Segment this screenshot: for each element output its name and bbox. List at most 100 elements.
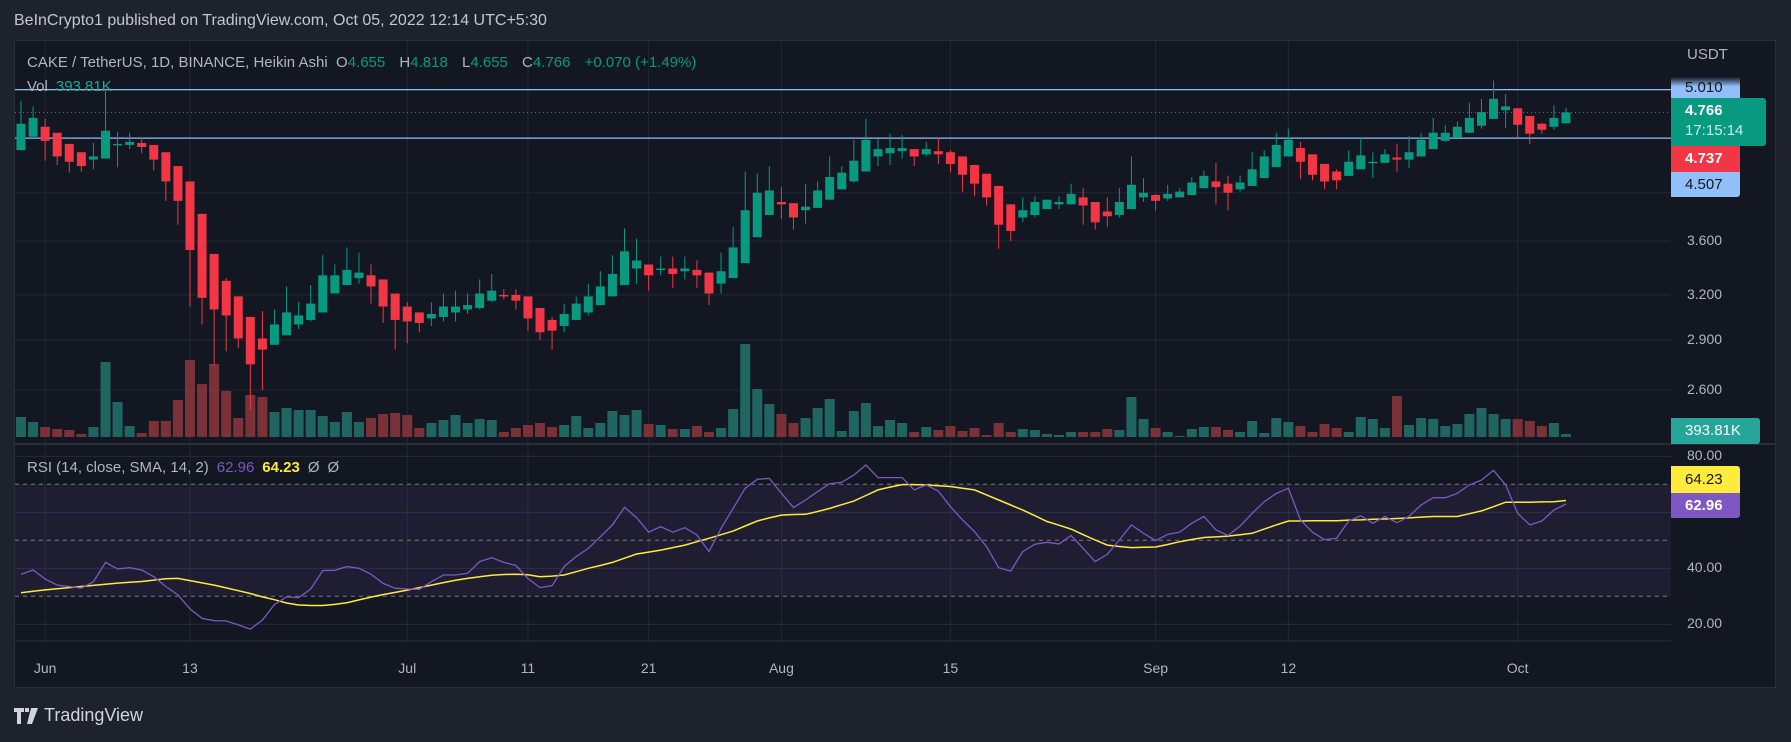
rsi-title[interactable]: RSI (14, close, SMA, 14, 2) [27, 459, 209, 476]
volume-bar [136, 433, 147, 437]
volume-bar [740, 344, 751, 437]
candle-body [716, 271, 726, 284]
volume-bar [1428, 419, 1439, 437]
price-tick-label: 2.600 [1687, 381, 1723, 398]
volume-bar [269, 412, 280, 437]
volume-bar [1283, 422, 1294, 437]
candle-body [76, 152, 86, 167]
candle-body [52, 132, 62, 157]
candle-body [1090, 201, 1100, 223]
candle [571, 296, 581, 320]
candle [909, 149, 919, 167]
candle-body [776, 201, 786, 205]
chart-canvas[interactable] [0, 0, 1791, 742]
candle-body [414, 312, 424, 323]
candle [535, 308, 545, 341]
candle-body [945, 152, 955, 164]
candle-body [1018, 210, 1028, 218]
candle-body [583, 296, 593, 313]
candle-body [861, 139, 871, 172]
volume-bar [1560, 433, 1571, 437]
candle-body [1211, 181, 1221, 188]
candle-body [1392, 157, 1402, 160]
candle-body [1501, 106, 1511, 111]
candle-body [1199, 175, 1209, 189]
candle [1368, 152, 1378, 179]
candle [1428, 117, 1438, 150]
candle-body [1223, 183, 1233, 193]
candle [426, 302, 436, 327]
candle [1259, 150, 1269, 179]
candle-body [499, 294, 509, 297]
candle-body [1163, 193, 1173, 199]
candle-body [1259, 156, 1269, 179]
candle [100, 88, 110, 159]
candle-body [426, 313, 436, 319]
time-label: 21 [640, 660, 657, 676]
candle [511, 289, 521, 310]
volume-bar [1017, 429, 1028, 437]
candle-body [173, 166, 183, 201]
volume-bar [872, 426, 883, 437]
candle [644, 264, 654, 291]
candle-body [1416, 139, 1426, 157]
volume-bar [1440, 426, 1451, 437]
candle [970, 164, 980, 197]
candle-body [1271, 144, 1281, 168]
candle [764, 166, 774, 216]
candle [1187, 176, 1197, 196]
volume-bar [1090, 432, 1101, 437]
volume-bar [1319, 424, 1330, 437]
bar-countdown: 17:15:14 [1685, 122, 1744, 139]
volume-bar [124, 426, 135, 437]
candle [487, 273, 497, 303]
candle-body [1175, 191, 1185, 198]
candle [282, 286, 292, 336]
previous-close-tag: 4.737 [1671, 146, 1740, 172]
volume-bar [172, 400, 183, 437]
candle [1235, 175, 1245, 192]
volume-bar [1054, 435, 1065, 437]
tradingview-logo[interactable]: TradingView [14, 705, 143, 726]
candle-body [1307, 154, 1317, 175]
candle [1344, 150, 1354, 176]
volume-bar [764, 404, 775, 437]
candle-body [475, 293, 485, 309]
rsi-sma-value: 64.23 [262, 459, 300, 476]
volume-bar [305, 410, 316, 437]
volume-bar [812, 408, 823, 437]
volume-bar [909, 432, 920, 437]
volume-bar [1343, 432, 1354, 437]
candle-body [1525, 115, 1535, 134]
volume-bar [1524, 421, 1535, 437]
candle [1139, 178, 1149, 202]
candle [1090, 201, 1100, 230]
candle [1416, 132, 1426, 157]
candle [1295, 141, 1305, 180]
volume-bar [1307, 432, 1318, 437]
symbol-title[interactable]: CAKE / TetherUS, 1D, BINANCE, Heikin Ash… [27, 54, 328, 71]
time-label: Oct [1506, 660, 1529, 676]
rsi-legend: RSI (14, close, SMA, 14, 2) 62.96 64.23 Ø Ø [27, 459, 339, 476]
volume-bar [752, 389, 763, 437]
volume-bar [52, 429, 63, 437]
candle [125, 132, 135, 150]
volume-bar [691, 426, 702, 437]
candle [1356, 137, 1366, 170]
volume-bar [366, 418, 377, 437]
volume-bar [993, 423, 1004, 437]
candle [269, 309, 279, 345]
volume-label[interactable]: Vol [27, 78, 48, 95]
candle [64, 143, 74, 173]
candle-body [921, 149, 931, 155]
volume-bar [1355, 417, 1366, 437]
volume-bar [1536, 426, 1547, 437]
na-value-1: Ø [307, 459, 320, 476]
candle-body [1476, 112, 1486, 126]
volume-bar [655, 425, 666, 437]
volume-bar [184, 360, 195, 437]
lower-line-price-tag: 4.507 [1671, 172, 1740, 197]
time-label: 15 [942, 660, 959, 676]
volume-bar [64, 430, 75, 437]
candle [1199, 170, 1209, 189]
